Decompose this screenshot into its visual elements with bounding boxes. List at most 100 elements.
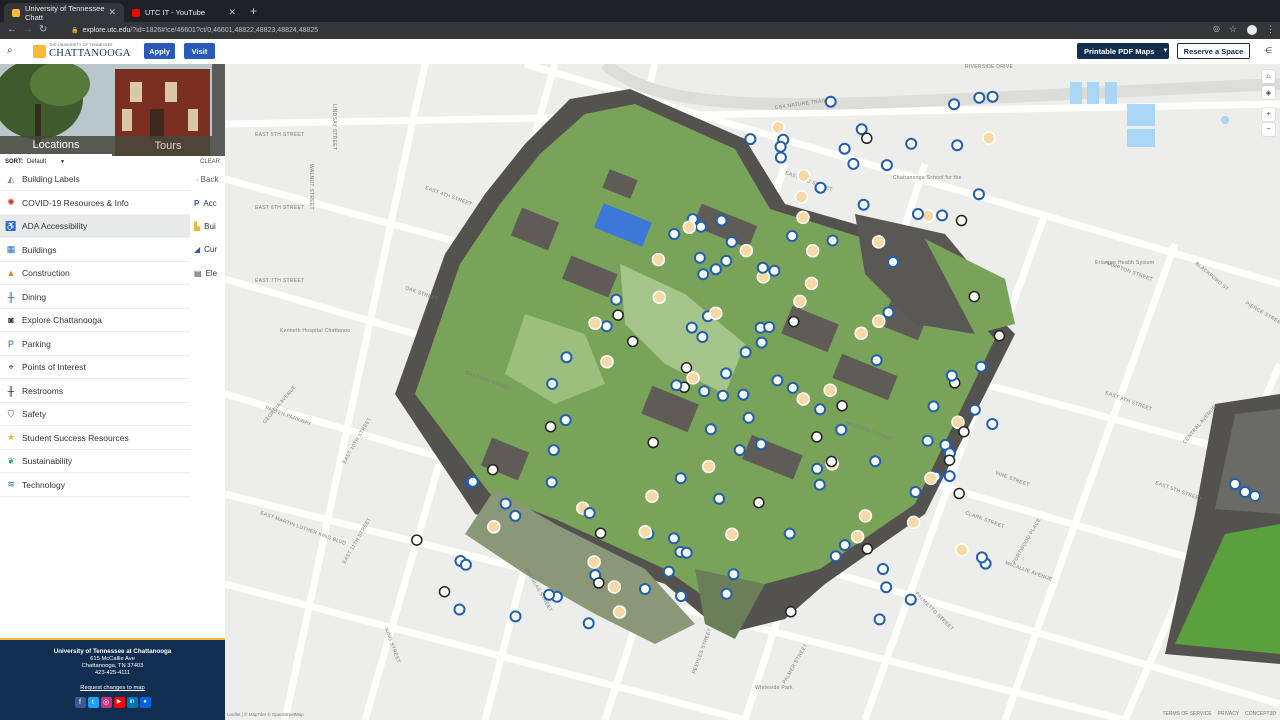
accessibility-marker-icon[interactable] [873,613,886,626]
twitter-icon[interactable]: t [87,697,99,708]
accessibility-marker-icon[interactable] [680,546,693,559]
accessibility-marker-icon[interactable] [951,139,964,152]
browser-tab-utc-map[interactable]: University of Tennessee Chatt ✕ [4,3,124,22]
building-marker-icon[interactable] [638,525,652,539]
building-marker-icon[interactable] [796,392,811,406]
building-marker-icon[interactable] [982,131,996,145]
building-marker-icon[interactable] [588,316,602,330]
instagram-icon[interactable]: ◎ [100,697,112,708]
profile-avatar-icon[interactable] [1247,25,1257,35]
accessibility-marker-icon[interactable] [882,306,895,319]
accessibility-marker-icon[interactable] [811,462,824,475]
category-buildings[interactable]: ▦ Buildings [0,239,190,262]
accessibility-marker-icon[interactable] [835,423,848,436]
accessibility-marker-icon[interactable] [905,137,918,150]
building-marker-icon[interactable] [794,190,809,204]
terms-link[interactable]: TERMS OF SERVICE [1162,711,1211,717]
accessibility-marker-icon[interactable] [713,492,726,505]
accessibility-marker-icon[interactable] [829,550,842,563]
accessibility-marker-icon[interactable] [583,507,596,519]
elevator-marker-icon[interactable] [955,214,968,227]
accessibility-marker-icon[interactable] [986,418,999,430]
accessibility-marker-icon[interactable] [662,565,675,578]
concept3d-link[interactable]: CONCEPT3D [1245,711,1276,717]
accessibility-marker-icon[interactable] [639,583,651,595]
accessibility-marker-icon[interactable] [466,475,479,488]
accessibility-marker-icon[interactable] [755,438,767,451]
subpanel-item-accessible-parking[interactable]: P Acc [194,192,225,215]
accessibility-marker-icon[interactable] [887,256,899,268]
elevator-marker-icon[interactable] [787,315,800,328]
building-marker-icon[interactable] [701,459,716,474]
accessibility-marker-icon[interactable] [763,321,776,333]
layers-icon[interactable]: ◈ [1262,86,1275,99]
accessibility-marker-icon[interactable] [459,558,472,571]
accessibility-marker-icon[interactable] [610,293,623,306]
accessibility-marker-icon[interactable] [742,411,755,424]
browser-tab-youtube[interactable]: UTC IT - YouTube ✕ [124,3,244,22]
accessibility-marker-icon[interactable] [814,181,827,194]
accessibility-marker-icon[interactable] [697,268,710,281]
facebook-icon[interactable]: f [74,697,86,708]
building-marker-icon[interactable] [955,543,969,557]
building-marker-icon[interactable] [854,326,868,340]
accessibility-marker-icon[interactable] [582,617,595,630]
category-covid-19-resources-info[interactable]: ✺ COVID-19 Resources & Info [0,192,190,215]
accessibility-marker-icon[interactable] [975,551,988,564]
category-construction[interactable]: ▲ Construction [0,262,190,285]
category-building-labels[interactable]: ◭ Building Labels [0,168,190,191]
category-student-success-resources[interactable]: ★ Student Success Resources [0,427,190,450]
elevator-marker-icon[interactable] [958,425,970,438]
building-marker-icon[interactable] [924,471,938,486]
accessibility-marker-icon[interactable] [1229,478,1241,490]
category-technology[interactable]: ≋ Technology [0,474,190,497]
building-marker-icon[interactable] [793,294,807,309]
building-marker-icon[interactable] [651,252,666,267]
accessibility-marker-icon[interactable] [715,214,728,227]
accessibility-marker-icon[interactable] [756,261,769,274]
accessibility-marker-icon[interactable] [774,151,787,164]
linkedin-icon[interactable]: in [126,697,138,708]
accessibility-marker-icon[interactable] [986,90,999,103]
accessibility-marker-icon[interactable] [716,389,729,402]
elevator-marker-icon[interactable] [438,585,451,598]
campus-map[interactable]: RIVERSIDE DRIVE CSX NATURE TRAIL EAST 3RD … [225,64,1280,720]
accessibility-marker-icon[interactable] [667,532,680,545]
building-marker-icon[interactable] [686,371,700,385]
accessibility-marker-icon[interactable] [869,455,882,468]
accessibility-marker-icon[interactable] [927,400,940,413]
accessibility-marker-icon[interactable] [921,434,934,447]
elevator-marker-icon[interactable] [647,436,659,449]
accessibility-marker-icon[interactable] [755,336,768,349]
accessibility-marker-icon[interactable] [737,388,750,401]
clear-button[interactable]: CLEAR [200,159,220,165]
accessibility-marker-icon[interactable] [857,198,870,211]
accessibility-marker-icon[interactable] [948,98,961,111]
accessibility-marker-icon[interactable] [668,228,681,240]
elevator-marker-icon[interactable] [861,543,874,555]
accessibility-marker-icon[interactable] [670,379,683,392]
zoom-out-icon[interactable]: − [1262,123,1275,136]
elevator-marker-icon[interactable] [968,290,981,303]
accessibility-marker-icon[interactable] [744,133,757,146]
building-marker-icon[interactable] [796,210,810,225]
category-sustainability[interactable]: ❦ Sustainability [0,450,190,473]
accessibility-marker-icon[interactable] [674,472,687,485]
visit-button[interactable]: Visit [184,43,215,59]
accessibility-marker-icon[interactable] [704,423,717,436]
elevator-marker-icon[interactable] [943,454,956,466]
accessibility-marker-icon[interactable] [725,235,738,248]
elevator-marker-icon[interactable] [836,400,848,412]
elevator-marker-icon[interactable] [811,431,823,443]
kebab-menu-icon[interactable]: ⋮ [1266,24,1275,35]
category-restrooms[interactable]: ╫ Restrooms [0,380,190,403]
accessibility-marker-icon[interactable] [945,369,958,382]
plus-icon[interactable]: + [250,4,257,18]
search-icon[interactable]: ⌕ [7,45,13,56]
home-icon[interactable]: ⌂ [1262,70,1275,83]
accessibility-marker-icon[interactable] [727,568,740,581]
back-button[interactable]: ‹ Back [196,168,227,191]
youtube-icon[interactable]: ▶ [113,697,125,708]
building-marker-icon[interactable] [725,527,739,542]
accessibility-marker-icon[interactable] [783,527,796,540]
